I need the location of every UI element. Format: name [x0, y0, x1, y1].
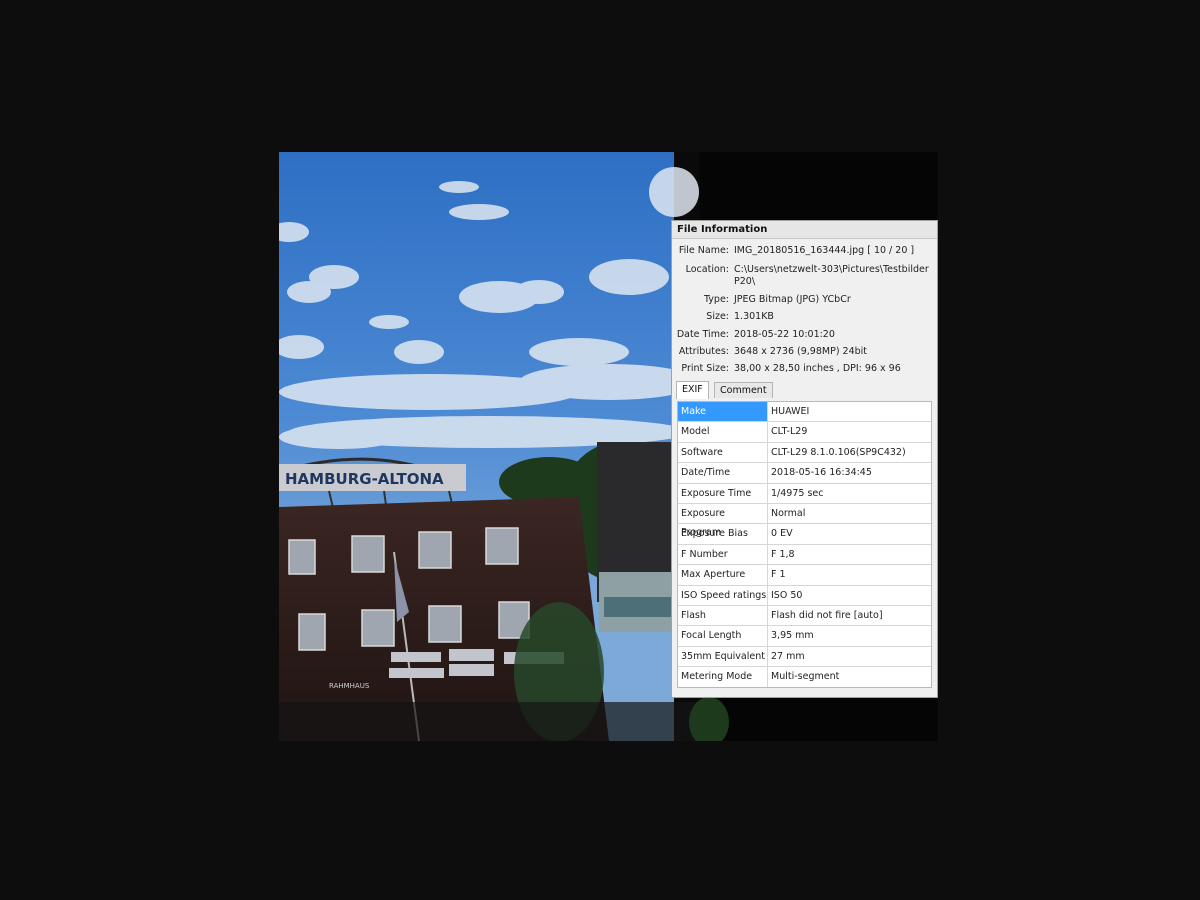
- panel-title: File Information: [672, 221, 937, 239]
- exif-key: Date/Time: [678, 463, 768, 483]
- tab-comment[interactable]: Comment: [714, 382, 773, 398]
- exif-key: F Number: [678, 544, 768, 565]
- info-tabs: EXIF Comment: [676, 381, 934, 399]
- print-size-value: 38,00 x 28,50 inches , DPI: 96 x 96: [734, 363, 901, 374]
- exif-value: HUAWEI: [771, 406, 810, 417]
- table-row[interactable]: Flash Flash did not fire [auto]: [678, 605, 931, 627]
- type-label: Type:: [703, 294, 729, 305]
- exif-value: CLT-L29 8.1.0.106(SP9C432): [771, 446, 906, 458]
- table-row[interactable]: Model CLT-L29: [678, 422, 931, 443]
- table-row[interactable]: Focal Length 3,95 mm: [678, 626, 931, 647]
- table-row[interactable]: Metering Mode Multi-segment: [678, 667, 931, 688]
- exif-key: Metering Mode: [678, 667, 768, 688]
- location-value-line2: P20\: [734, 276, 756, 287]
- type-value: JPEG Bitmap (JPG) YCbCr: [734, 294, 851, 305]
- table-row[interactable]: 35mm Equivalent 27 mm: [678, 646, 931, 668]
- exif-value: 1/4975 sec: [771, 487, 824, 499]
- location-label: Location:: [685, 264, 729, 275]
- table-row[interactable]: Exposure Program Normal: [678, 503, 931, 538]
- location-value-line1: C:\Users\netzwelt-303\Pictures\Testbilde…: [734, 264, 929, 275]
- shop-sign-text: RAHMHAUS: [329, 682, 370, 690]
- file-name-label: File Name:: [678, 245, 729, 256]
- exif-value: 3,95 mm: [771, 630, 814, 642]
- table-row[interactable]: ISO Speed ratings ISO 50: [678, 585, 931, 606]
- size-label: Size:: [706, 311, 729, 322]
- table-row[interactable]: F Number F 1,8: [678, 544, 931, 566]
- exif-key: Exposure Time: [678, 483, 768, 503]
- table-row[interactable]: Exposure Time 1/4975 sec: [678, 483, 931, 504]
- table-row[interactable]: Max Aperture F 1: [678, 565, 931, 586]
- exif-value: F 1,8: [771, 548, 795, 560]
- exif-key: Exposure Bias: [678, 524, 768, 544]
- size-value: 1.301KB: [734, 311, 774, 322]
- location-value: C:\Users\netzwelt-303\Pictures\Testbilde…: [734, 264, 934, 288]
- tab-exif[interactable]: EXIF: [676, 381, 709, 399]
- exif-key: Model: [678, 422, 768, 442]
- attributes-label: Attributes:: [678, 346, 729, 357]
- exif-value: Flash did not fire [auto]: [771, 609, 883, 621]
- exif-table: Make HUAWEI Model CLT-L29 Software CLT-L…: [677, 401, 932, 689]
- table-row[interactable]: Make HUAWEI: [678, 402, 931, 423]
- datetime-label: Date Time:: [676, 329, 729, 340]
- exif-key: Focal Length: [678, 626, 768, 646]
- exif-value: Normal: [771, 507, 806, 519]
- exif-key: Max Aperture: [678, 565, 768, 585]
- exif-value: CLT-L29: [771, 426, 808, 438]
- table-row[interactable]: Software CLT-L29 8.1.0.106(SP9C432): [678, 442, 931, 464]
- exif-key: Flash: [678, 605, 768, 626]
- attributes-value: 3648 x 2736 (9,98MP) 24bit: [734, 346, 868, 357]
- exif-value: 27 mm: [771, 650, 805, 662]
- exif-key: Exposure Program: [678, 503, 768, 538]
- exif-value: F 1: [771, 569, 786, 581]
- exif-key: Make: [678, 402, 768, 422]
- exif-value: Multi-segment: [771, 671, 840, 683]
- file-information-panel: File Information File Name: IMG_20180516…: [671, 220, 938, 698]
- exif-value: ISO 50: [771, 589, 803, 601]
- datetime-value: 2018-05-22 10:01:20: [734, 329, 835, 340]
- table-row[interactable]: Date/Time 2018-05-16 16:34:45: [678, 463, 931, 484]
- exif-key: Software: [678, 442, 768, 463]
- exif-value: 0 EV: [771, 528, 793, 540]
- image-viewer: HAMBURG-ALTONA RAHMHAUS File Information…: [0, 0, 1200, 900]
- exif-key: 35mm Equivalent: [678, 646, 768, 667]
- table-row[interactable]: Exposure Bias 0 EV: [678, 524, 931, 545]
- exif-key: ISO Speed ratings: [678, 585, 768, 605]
- sign-text: HAMBURG-ALTONA: [285, 470, 444, 488]
- print-size-label: Print Size:: [681, 363, 729, 374]
- exif-value: 2018-05-16 16:34:45: [771, 467, 872, 479]
- file-name-value: IMG_20180516_163444.jpg [ 10 / 20 ]: [734, 245, 915, 256]
